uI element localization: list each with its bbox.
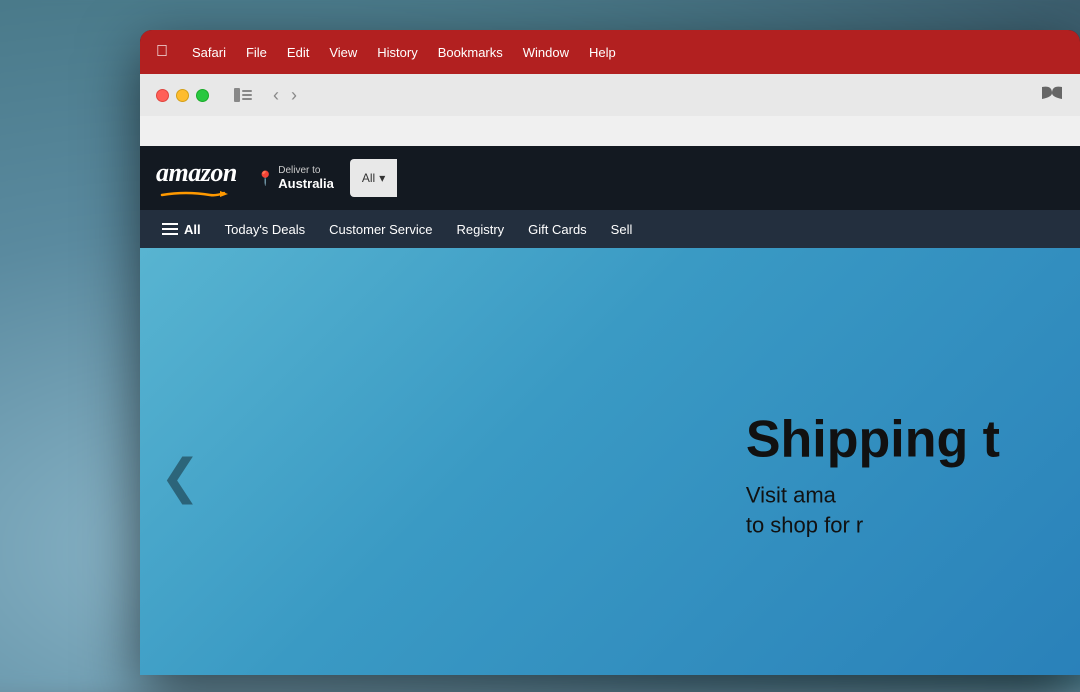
close-button[interactable] <box>156 89 169 102</box>
hero-title-text: Shipping t <box>746 410 1000 468</box>
hero-content: Shipping t Visit ama to shop for r <box>746 411 1000 542</box>
browser-chrome: ‹ › <box>140 74 1080 146</box>
browser-titlebar: ‹ › <box>140 74 1080 116</box>
hero-subtitle-line2: to shop for r <box>746 511 1000 542</box>
deliver-country: Australia <box>278 176 334 191</box>
subnav-customer-service-label: Customer Service <box>329 222 432 237</box>
hero-title: Shipping t <box>746 411 1000 468</box>
browser-toolbar <box>140 116 1080 146</box>
subnav-gift-cards-label: Gift Cards <box>528 222 587 237</box>
location-icon: 📍 <box>257 170 274 187</box>
traffic-lights <box>156 89 209 102</box>
subnav-gift-cards[interactable]: Gift Cards <box>518 218 597 241</box>
edit-menu[interactable]: Edit <box>287 45 309 60</box>
hero-left-arrow[interactable]: ❮ <box>160 449 200 505</box>
amazon-deliver-text: Deliver to Australia <box>278 165 334 191</box>
deliver-label: Deliver to <box>278 165 334 176</box>
subnav-registry-label: Registry <box>456 222 504 237</box>
amazon-logo-arrow-container <box>156 186 228 196</box>
amazon-logo[interactable]: amazon <box>156 160 237 196</box>
search-category-dropdown[interactable]: All ▾ <box>350 159 397 197</box>
safari-menu[interactable]: Safari <box>192 45 226 60</box>
amazon-deliver[interactable]: 📍 Deliver to Australia <box>257 165 334 191</box>
sidebar-toggle-button[interactable] <box>229 84 257 106</box>
history-menu[interactable]: History <box>377 45 417 60</box>
reader-view-button[interactable] <box>1040 85 1064 105</box>
amazon-topnav: amazon 📍 Deliver to Australia <box>140 146 1080 210</box>
forward-button[interactable]: › <box>287 86 301 104</box>
subnav-registry[interactable]: Registry <box>446 218 514 241</box>
subnav-all[interactable]: All <box>152 218 211 241</box>
hamburger-icon <box>162 223 178 235</box>
maximize-button[interactable] <box>196 89 209 102</box>
hero-subtitle: Visit ama to shop for r <box>746 480 1000 542</box>
apple-menu[interactable]:  <box>156 43 168 61</box>
subnav-all-label: All <box>184 222 201 237</box>
window-menu[interactable]: Window <box>523 45 569 60</box>
bookmarks-menu[interactable]: Bookmarks <box>438 45 503 60</box>
search-category-arrow: ▾ <box>379 171 385 185</box>
amazon-logo-text: amazon <box>156 160 237 186</box>
subnav-sell-label: Sell <box>611 222 633 237</box>
amazon-site: amazon 📍 Deliver to Australia <box>140 146 1080 675</box>
amazon-search-bar: All ▾ <box>350 159 850 197</box>
minimize-button[interactable] <box>176 89 189 102</box>
amazon-subnav: All Today's Deals Customer Service Regis… <box>140 210 1080 248</box>
subnav-sell[interactable]: Sell <box>601 218 643 241</box>
amazon-hero: ❮ Shipping t Visit ama to shop for r <box>140 248 1080 675</box>
macos-menubar:  Safari File Edit View History Bookmark… <box>140 30 1080 74</box>
help-menu[interactable]: Help <box>589 45 616 60</box>
subnav-todays-deals[interactable]: Today's Deals <box>215 218 316 241</box>
subnav-customer-service[interactable]: Customer Service <box>319 218 442 241</box>
subnav-todays-deals-label: Today's Deals <box>225 222 306 237</box>
hero-subtitle-line1: Visit ama <box>746 480 1000 511</box>
back-button[interactable]: ‹ <box>269 86 283 104</box>
view-menu[interactable]: View <box>329 45 357 60</box>
file-menu[interactable]: File <box>246 45 267 60</box>
search-category-label: All <box>362 171 375 185</box>
screen-wrapper:  Safari File Edit View History Bookmark… <box>140 30 1080 675</box>
nav-arrows: ‹ › <box>269 86 301 104</box>
